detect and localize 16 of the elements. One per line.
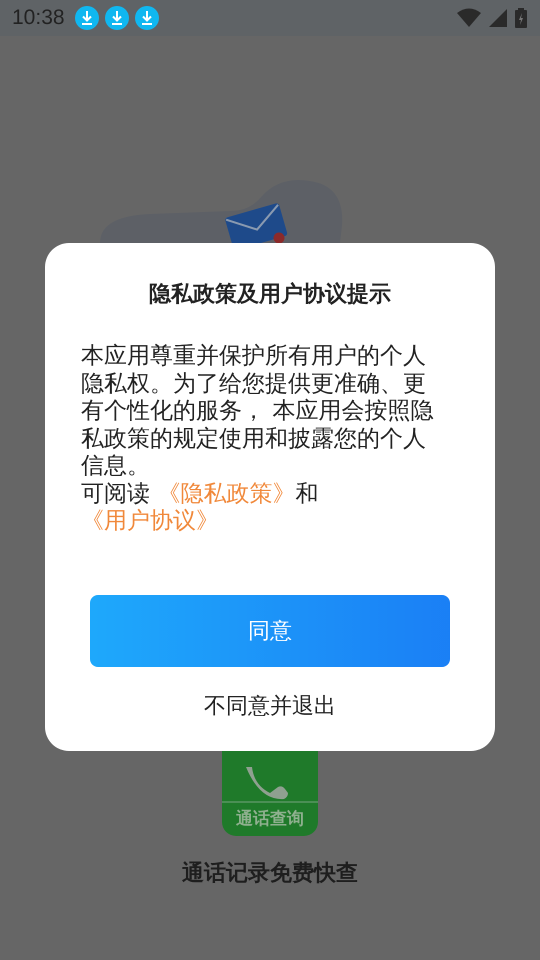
agree-button[interactable]: 同意: [90, 595, 450, 667]
download-icon: [134, 6, 159, 30]
app-name: 通话记录免费快查: [182, 860, 358, 888]
consent-text: 可阅读 《隐私政策》和 《用户协议》: [81, 480, 320, 536]
app-icon: 通话查询: [222, 751, 318, 836]
wifi-icon: [456, 7, 482, 29]
download-icon: [104, 6, 129, 30]
dialog-message: 本应用尊重并保护所有用户的个人隐私权。为了给您提供更准确、更有个性化的服务， 本应用会按照隐私政策的规定使用和披露您的个人信息。: [81, 343, 434, 480]
decline-button[interactable]: 不同意并退出: [196, 687, 344, 725]
policy-link[interactable]: 《隐私政策》: [157, 480, 296, 506]
signal-icon: [488, 7, 508, 29]
battery-icon: [514, 7, 528, 29]
dialog-title: 隐私政策及用户协议提示: [148, 281, 392, 309]
download-icon: [74, 6, 99, 30]
policy-link[interactable]: 《用户协议》: [81, 508, 219, 534]
status-time: 10:38: [12, 6, 65, 30]
